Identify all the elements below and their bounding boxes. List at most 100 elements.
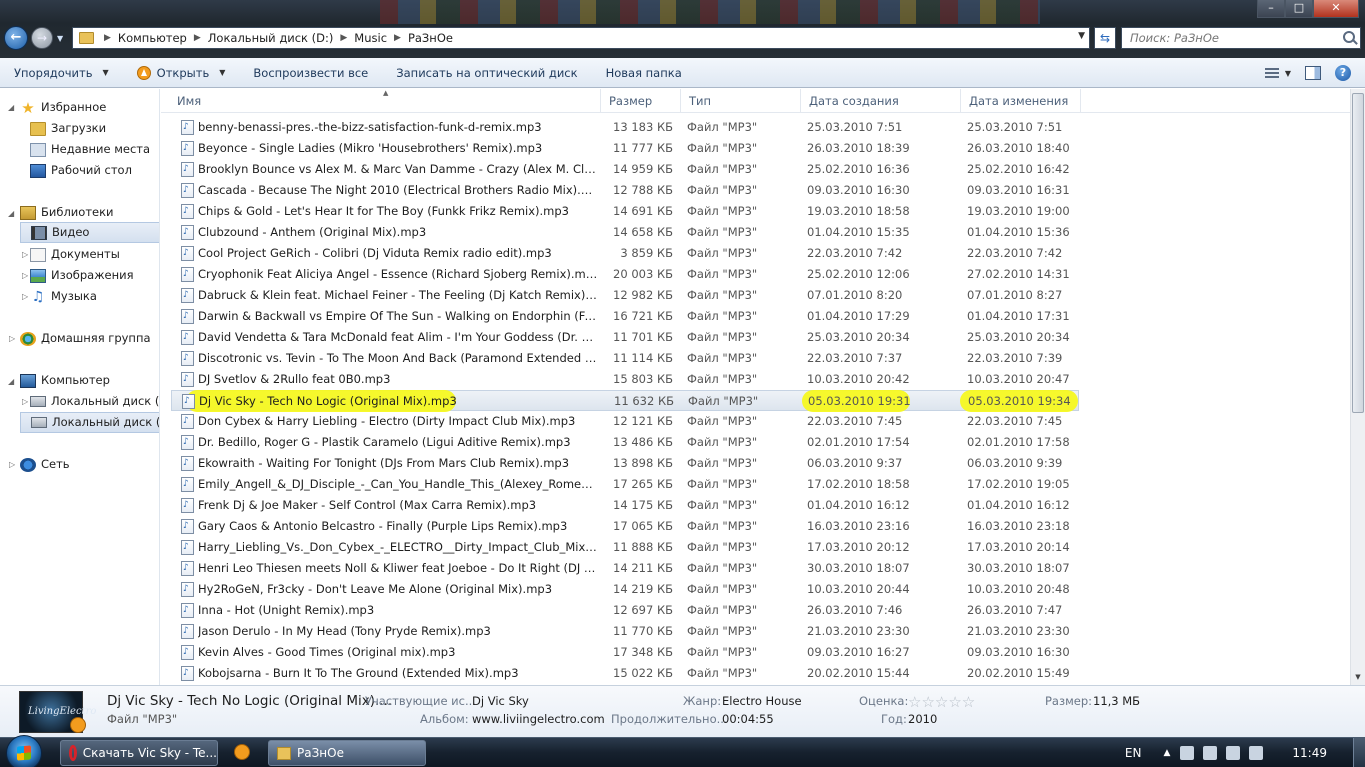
nav-images[interactable]: Изображения — [30, 265, 134, 286]
rating-stars[interactable]: ☆☆☆☆☆ — [908, 693, 975, 711]
breadcrumb-music[interactable]: Music — [349, 31, 392, 45]
help-icon[interactable]: ? — [1335, 65, 1351, 81]
column-header-type[interactable]: Тип — [681, 89, 801, 113]
column-header-name[interactable]: Имя — [169, 89, 601, 113]
power-icon[interactable] — [1249, 746, 1264, 760]
chevron-right-icon[interactable]: ▶ — [392, 33, 403, 43]
file-row[interactable]: Chips & Gold - Let's Hear It for The Boy… — [171, 201, 1079, 222]
taskbar-browser-task[interactable]: Скачать Vic Sky - Te... — [60, 740, 218, 766]
nav-homegroup[interactable]: Домашняя группа — [20, 328, 151, 349]
expand-arrow-icon[interactable]: ▷ — [9, 460, 15, 469]
file-row[interactable]: Hy2RoGeN, Fr3cky - Don't Leave Me Alone … — [171, 579, 1079, 600]
column-header-modified[interactable]: Дата изменения — [961, 89, 1081, 113]
file-row[interactable]: Cryophonik Feat Aliciya Angel - Essence … — [171, 264, 1079, 285]
chevron-right-icon[interactable]: ▶ — [192, 33, 203, 43]
search-input[interactable] — [1122, 28, 1332, 48]
collapse-arrow-icon[interactable]: ◢ — [8, 209, 14, 218]
expand-arrow-icon[interactable]: ▷ — [9, 334, 15, 343]
file-row[interactable]: Henri Leo Thiesen meets Noll & Kliwer fe… — [171, 558, 1079, 579]
nav-favorites[interactable]: ★ Избранное — [20, 97, 106, 118]
nav-disk-c[interactable]: Локальный диск (C — [30, 391, 159, 412]
vlc-taskbar-icon[interactable] — [234, 744, 250, 760]
back-button[interactable]: ← — [4, 26, 28, 50]
file-row[interactable]: Discotronic vs. Tevin - To The Moon And … — [171, 348, 1079, 369]
file-row[interactable]: Dj Vic Sky - Tech No Logic (Original Mix… — [171, 390, 1079, 412]
file-row[interactable]: Don Cybex & Harry Liebling - Electro (Di… — [171, 411, 1079, 432]
file-row[interactable]: Kevin Alves - Good Times (Original mix).… — [171, 642, 1079, 663]
start-button[interactable] — [6, 735, 42, 767]
file-row[interactable]: Kobojsarna - Burn It To The Ground (Exte… — [171, 663, 1079, 684]
volume-icon[interactable] — [1203, 746, 1218, 760]
nav-libraries[interactable]: Библиотеки — [20, 202, 114, 223]
nav-video[interactable]: Видео — [20, 222, 159, 243]
chevron-down-icon[interactable]: ▼ — [219, 58, 225, 88]
file-row[interactable]: Cool Project GeRich - Colibri (Dj Viduta… — [171, 243, 1079, 264]
file-row[interactable]: Dabruck & Klein feat. Michael Feiner - T… — [171, 285, 1079, 306]
file-row[interactable]: Beyonce - Single Ladies (Mikro 'Housebro… — [171, 138, 1079, 159]
file-row[interactable]: benny-benassi-pres.-the-bizz-satisfactio… — [171, 117, 1079, 138]
file-row[interactable]: DJ Svetlov & 2Rullo feat 0B0.mp3 15 803 К… — [171, 369, 1079, 390]
file-row[interactable]: Ekowraith - Waiting For Tonight (DJs Fro… — [171, 453, 1079, 474]
scrollbar-thumb[interactable] — [1352, 93, 1364, 413]
file-row[interactable]: Darwin & Backwall vs Empire Of The Sun -… — [171, 306, 1079, 327]
taskbar-explorer-task[interactable]: РаЗнОе — [268, 740, 426, 766]
maximize-button[interactable]: □ — [1285, 0, 1313, 18]
file-row[interactable]: Gary Caos & Antonio Belcastro - Finally … — [171, 516, 1079, 537]
close-button[interactable]: ✕ — [1313, 0, 1359, 18]
file-row[interactable]: Jason Derulo - In My Head (Tony Pryde Re… — [171, 621, 1079, 642]
year-value[interactable]: 2010 — [908, 712, 937, 726]
file-row[interactable]: Harry_Liebling_Vs._Don_Cybex_-_ELECTRO__… — [171, 537, 1079, 558]
burn-disc-button[interactable]: Записать на оптический диск — [382, 58, 591, 88]
nav-disk-d[interactable]: Локальный диск (D — [20, 412, 159, 433]
language-indicator[interactable]: EN — [1125, 746, 1142, 760]
file-row[interactable]: Dr. Bedillo, Roger G - Plastik Caramelo … — [171, 432, 1079, 453]
network-tray-icon[interactable] — [1226, 746, 1241, 760]
vertical-scrollbar[interactable]: ▲ ▼ — [1350, 89, 1365, 685]
breadcrumb-computer[interactable]: Компьютер — [113, 31, 192, 45]
collapse-arrow-icon[interactable]: ◢ — [8, 377, 14, 386]
clock[interactable]: 11:49 — [1292, 746, 1327, 760]
chevron-down-icon[interactable]: ▼ — [1285, 69, 1291, 78]
refresh-button[interactable]: ⇆ — [1094, 27, 1116, 49]
nav-recent-places[interactable]: Недавние места — [30, 139, 150, 160]
chevron-right-icon[interactable]: ▶ — [338, 33, 349, 43]
nav-documents[interactable]: Документы — [30, 244, 120, 265]
organize-button[interactable]: Упорядочить ▼ — [0, 58, 123, 88]
search-box[interactable] — [1121, 27, 1361, 49]
change-view-icon[interactable] — [1264, 67, 1279, 79]
address-dropdown-icon[interactable]: ▼ — [1078, 31, 1085, 41]
chevron-right-icon[interactable]: ▶ — [102, 33, 113, 43]
history-dropdown-icon[interactable]: ▼ — [57, 34, 63, 43]
nav-music[interactable]: ♫ Музыка — [30, 286, 97, 307]
keyboard-tray-icon[interactable] — [1180, 746, 1195, 760]
new-folder-button[interactable]: Новая папка — [592, 58, 696, 88]
column-header-size[interactable]: Размер — [601, 89, 681, 113]
show-desktop-button[interactable] — [1353, 738, 1365, 767]
minimize-button[interactable]: – — [1257, 0, 1285, 18]
genre-value[interactable]: Electro House — [722, 694, 802, 708]
file-row[interactable]: Clubzound - Anthem (Original Mix).mp3 14 … — [171, 222, 1079, 243]
preview-pane-icon[interactable] — [1305, 66, 1321, 80]
expand-arrow-icon[interactable]: ▷ — [22, 250, 28, 259]
nav-computer[interactable]: Компьютер — [20, 370, 110, 391]
file-row[interactable]: Cascada - Because The Night 2010 (Electr… — [171, 180, 1079, 201]
column-header-created[interactable]: Дата создания — [801, 89, 961, 113]
nav-desktop[interactable]: Рабочий стол — [30, 160, 132, 181]
breadcrumb-raznoe[interactable]: РаЗнОе — [403, 31, 458, 45]
breadcrumb-disk-d[interactable]: Локальный диск (D:) — [203, 31, 339, 45]
search-icon[interactable] — [1343, 31, 1355, 43]
scroll-down-icon[interactable]: ▼ — [1351, 670, 1365, 685]
artists-value[interactable]: Dj Vic Sky — [472, 694, 529, 708]
address-bar[interactable]: ▶ Компьютер ▶ Локальный диск (D:) ▶ Musi… — [72, 27, 1090, 49]
forward-button[interactable]: → — [31, 27, 53, 49]
expand-arrow-icon[interactable]: ▷ — [22, 397, 28, 406]
collapse-arrow-icon[interactable]: ◢ — [8, 103, 14, 112]
nav-network[interactable]: Сеть — [20, 454, 70, 475]
nav-downloads[interactable]: Загрузки — [30, 118, 106, 139]
open-button[interactable]: Открыть ▼ — [123, 58, 240, 88]
file-row[interactable]: Inna - Hot (Unight Remix).mp3 12 697 КБ Фа… — [171, 600, 1079, 621]
expand-arrow-icon[interactable]: ▷ — [22, 271, 28, 280]
file-row[interactable]: Brooklyn Bounce vs Alex M. & Marc Van Da… — [171, 159, 1079, 180]
file-row[interactable]: Frenk Dj & Joe Maker - Self Control (Max… — [171, 495, 1079, 516]
tray-expand-icon[interactable]: ▲ — [1163, 748, 1170, 758]
